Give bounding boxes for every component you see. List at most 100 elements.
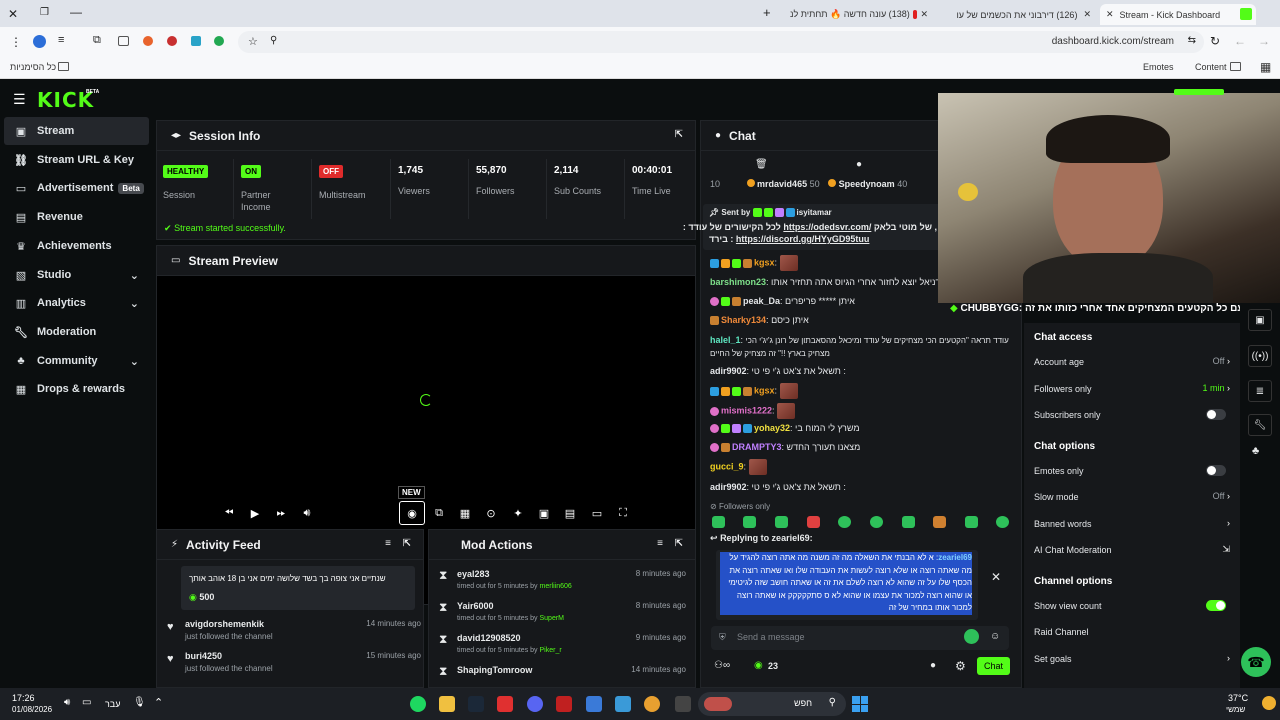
extension-icon[interactable]: ≡	[58, 34, 64, 46]
chat-user[interactable]: barshimon23	[710, 277, 766, 287]
url-field[interactable]: ☆ ⚲ dashboard.kick.com/stream ⇆	[238, 31, 1204, 53]
setting-set-goals[interactable]: Set goals ›	[1034, 649, 1230, 669]
theater-icon[interactable]: ▭	[589, 505, 605, 521]
emote-icon[interactable]	[775, 516, 788, 528]
chrome-icon[interactable]	[644, 696, 660, 712]
screenshot-icon[interactable]: ▤	[562, 505, 578, 521]
hamburger-menu-icon[interactable]: ☰	[13, 91, 26, 108]
spotify-icon[interactable]	[410, 696, 426, 712]
bookmark-content[interactable]: Content	[1195, 62, 1227, 72]
app-icon[interactable]	[556, 696, 572, 712]
broadcast-icon[interactable]: ((•))	[1248, 345, 1272, 367]
community-icon[interactable]: ♣	[1252, 445, 1259, 457]
extension-icon[interactable]	[191, 36, 201, 46]
sidebar-item-stream-url[interactable]: ⛓ Stream URL & Key	[4, 146, 149, 174]
emote-icon[interactable]	[807, 516, 820, 528]
chat-user[interactable]: kgsx	[754, 385, 775, 395]
camera-record-icon[interactable]: ◉	[399, 501, 425, 525]
mod-target-user[interactable]: eyal283	[457, 569, 490, 579]
list-icon[interactable]: ≣	[1248, 380, 1272, 402]
sidebar-item-analytics[interactable]: ▥ Analytics ⌄	[4, 289, 149, 317]
sidebar-item-stream[interactable]: ▣ Stream	[4, 117, 149, 145]
network-icon[interactable]: ▭	[82, 697, 91, 708]
sidebar-item-advertisement[interactable]: ▭ Advertisement Beta	[4, 174, 149, 202]
extension-icon[interactable]	[167, 36, 177, 46]
close-tab-icon[interactable]: ✕	[1106, 9, 1114, 20]
sidebar-item-community[interactable]: ♣ Community ⌄	[4, 347, 149, 375]
chat-user[interactable]: peak_Da	[743, 296, 780, 306]
app-icon[interactable]	[675, 696, 691, 712]
weather-temp[interactable]: 37°C	[1228, 693, 1248, 703]
setting-raid-channel[interactable]: Raid Channel	[1034, 622, 1230, 642]
emote-icon[interactable]	[712, 516, 725, 528]
taskbar-search[interactable]: חפש ⚲	[698, 692, 846, 716]
clip-icon[interactable]: ⊙	[483, 505, 499, 521]
chat-user[interactable]: DRAMPTY3	[732, 442, 782, 452]
emote-icon[interactable]	[902, 516, 915, 528]
file-explorer-icon[interactable]	[439, 696, 455, 712]
sidebar-item-revenue[interactable]: ▤ Revenue	[4, 203, 149, 231]
close-tab-icon[interactable]: ✕	[920, 9, 928, 20]
popout-icon[interactable]: ⇱	[675, 538, 683, 549]
layout-icon[interactable]: ▦	[457, 505, 473, 521]
setting-followers-only[interactable]: Followers only 1 min ›	[1034, 379, 1230, 399]
mic-icon[interactable]: 🎙︎	[133, 697, 146, 708]
setting-account-age[interactable]: Account age Off ›	[1034, 352, 1230, 372]
setting-show-view-count[interactable]: Show view count	[1034, 596, 1230, 616]
discord-icon[interactable]	[527, 696, 543, 712]
popout-icon[interactable]: ⇱	[403, 538, 411, 549]
chat-users-icon[interactable]: ⚇∞	[714, 660, 730, 671]
chat-user[interactable]: adir9902	[710, 482, 747, 492]
clock-date[interactable]: 01/08/2026	[12, 705, 52, 714]
wrench-icon[interactable]: 🔧︎	[1248, 414, 1272, 436]
translate-icon[interactable]: ⇆	[1188, 35, 1196, 46]
steam-icon[interactable]	[468, 696, 484, 712]
chat-user[interactable]: yohay32	[754, 423, 790, 433]
chevron-up-icon[interactable]: ⌃	[154, 696, 163, 709]
emote-icon[interactable]	[743, 516, 756, 528]
bookmark-star-icon[interactable]: ☆	[248, 35, 258, 48]
reload-icon[interactable]: ↻	[1210, 34, 1220, 48]
mod-target-user[interactable]: Yair6000	[457, 601, 494, 611]
filter-icon[interactable]: ≡	[657, 538, 663, 549]
go-live-button-partial[interactable]	[1174, 89, 1224, 95]
tab-active[interactable]: ✕ Stream - Kick Dashboard	[1100, 4, 1256, 25]
sidebar-item-achievements[interactable]: ♛ Achievements	[4, 232, 149, 260]
app-icon[interactable]	[497, 696, 513, 712]
tab-2[interactable]: ✕ (138) עונה חדשה 🔥 תחתית לנ	[784, 4, 934, 25]
forward-icon[interactable]: ←	[1234, 34, 1246, 48]
new-tab-icon[interactable]: +	[763, 5, 771, 20]
setting-slow-mode[interactable]: Slow mode Off ›	[1034, 487, 1230, 507]
pinned-link[interactable]: https://odedsvr.com/	[783, 222, 871, 232]
chat-bubble-icon[interactable]: ●	[930, 660, 936, 671]
emoji-icon[interactable]: ☺	[990, 631, 1000, 642]
rewind-icon[interactable]: ⏪︎	[221, 505, 237, 521]
mod-user[interactable]: merliin606	[540, 583, 572, 590]
setting-subscribers-only[interactable]: Subscribers only	[1034, 405, 1230, 425]
back-icon[interactable]: →	[1258, 34, 1270, 48]
pinned-sender[interactable]: isyitamar	[797, 208, 832, 217]
fast-forward-icon[interactable]: ⏩︎	[273, 505, 289, 521]
chat-user[interactable]: adir9902	[710, 366, 747, 376]
crop-icon[interactable]: ⧉	[431, 505, 447, 521]
volume-icon[interactable]: 🔊︎	[299, 505, 315, 521]
clock-time[interactable]: 17:26	[12, 693, 35, 703]
sidebar-item-moderation[interactable]: 🔧︎ Moderation	[4, 318, 149, 346]
site-info-icon[interactable]: ⚲	[270, 35, 277, 46]
setting-banned-words[interactable]: Banned words ›	[1034, 514, 1230, 534]
leaderboard-user[interactable]: mrdavid465	[757, 179, 807, 189]
fullscreen-icon[interactable]: ⛶	[615, 505, 631, 521]
filter-icon[interactable]: ≡	[385, 538, 391, 549]
help-chat-icon[interactable]: ☎	[1241, 647, 1271, 677]
chat-settings-icon[interactable]: ●	[856, 159, 862, 170]
play-icon[interactable]: ▶︎	[247, 505, 263, 521]
sidebar-item-drops[interactable]: ▦ Drops & rewards	[4, 375, 149, 403]
chat-user[interactable]: mismis1222	[721, 405, 772, 415]
start-icon[interactable]	[852, 696, 868, 712]
emote-icon[interactable]	[965, 516, 978, 528]
mod-target-user[interactable]: ShapingTomroow	[457, 665, 532, 675]
close-tab-icon[interactable]: ✕	[1083, 9, 1091, 20]
emote-icon[interactable]	[933, 516, 946, 528]
extension-icon[interactable]	[143, 36, 153, 46]
leaderboard-user[interactable]: Speedynoam	[839, 179, 895, 189]
